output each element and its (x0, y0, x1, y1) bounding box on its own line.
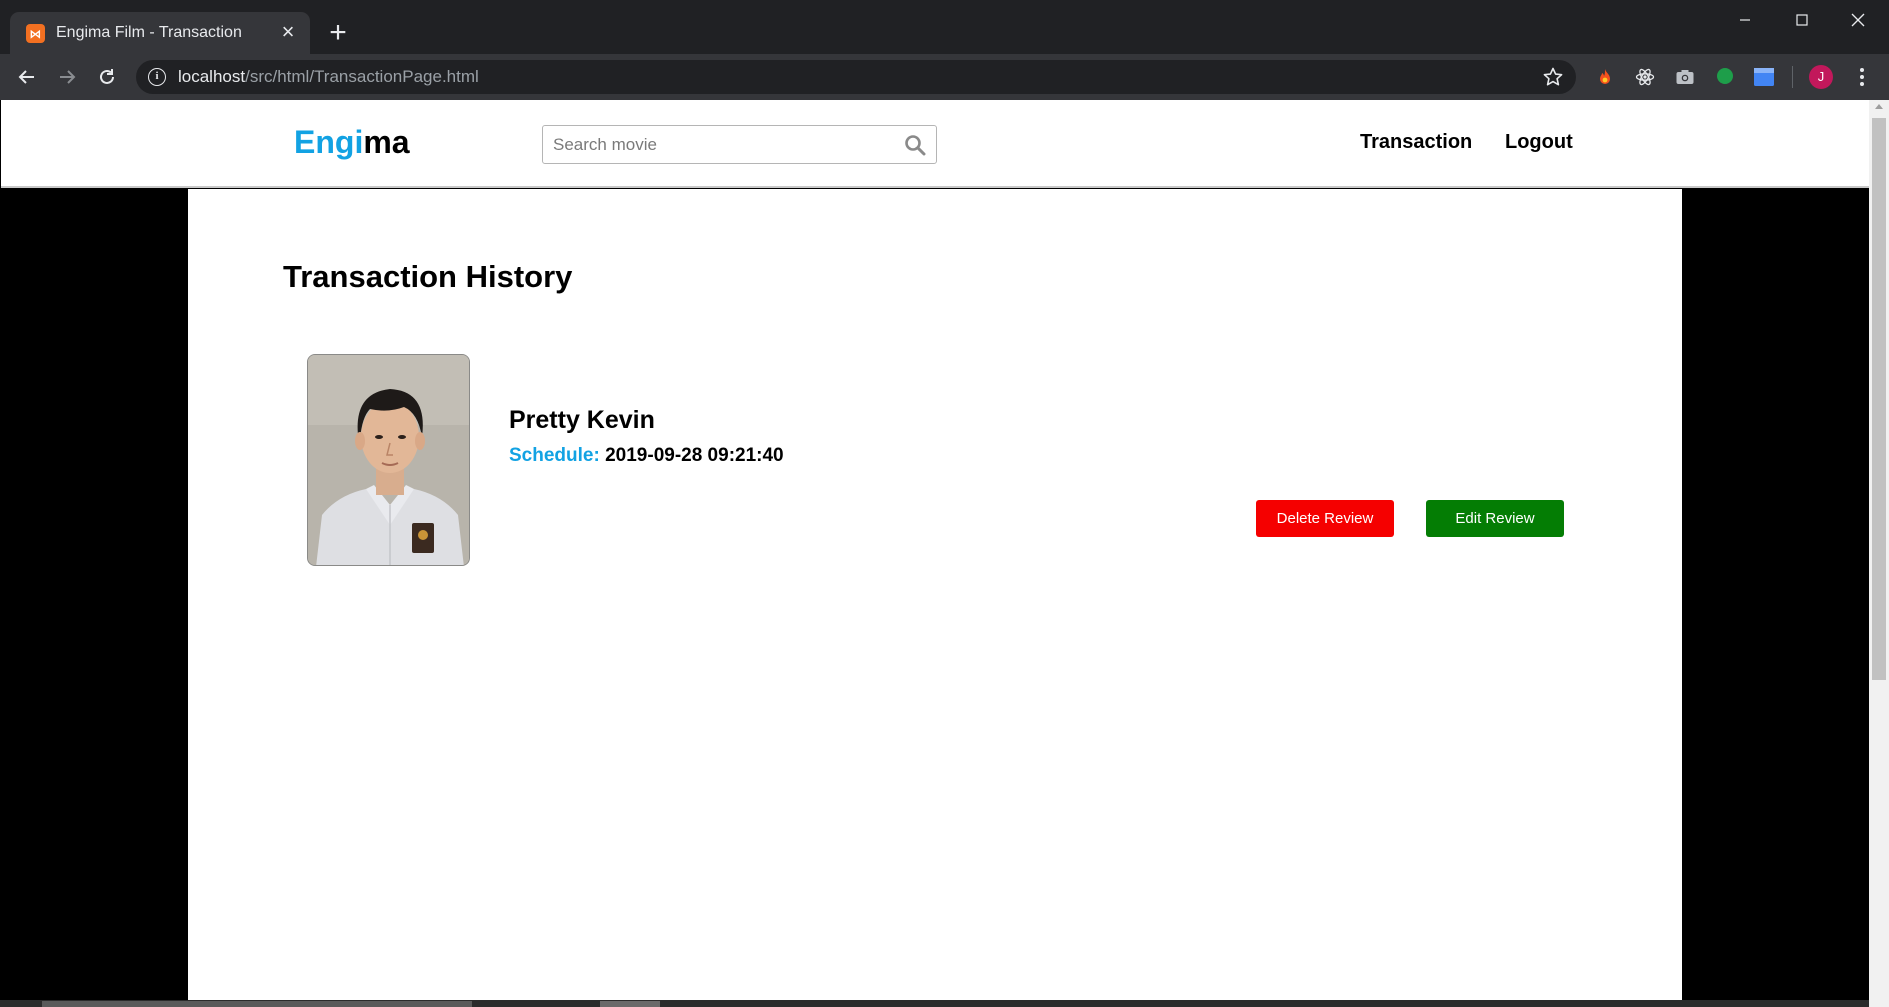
page-viewport: Engima Transaction Logout Transaction Hi… (1, 100, 1869, 1000)
bookmark-star-icon[interactable] (1542, 66, 1564, 88)
address-bar[interactable]: i localhost/src/html/TransactionPage.htm… (136, 60, 1576, 94)
logo-part-black: ma (363, 124, 410, 160)
horizontal-scrollbar-segment (600, 1001, 660, 1007)
site-logo[interactable]: Engima (294, 124, 410, 161)
xampp-favicon-icon: ⋈ (26, 24, 45, 43)
horizontal-scrollbar[interactable] (0, 1000, 1869, 1007)
movie-title[interactable]: Pretty Kevin (509, 406, 655, 435)
url-text[interactable]: localhost/src/html/TransactionPage.html (178, 67, 479, 87)
page-title: Transaction History (283, 259, 573, 294)
window-close-button[interactable] (1838, 6, 1878, 34)
react-extension-icon[interactable] (1634, 66, 1656, 88)
site-navbar: Engima Transaction Logout (1, 100, 1869, 188)
url-path: /src/html/TransactionPage.html (245, 67, 479, 86)
new-tab-button[interactable]: + (322, 18, 354, 50)
nav-link-logout[interactable]: Logout (1505, 131, 1573, 154)
url-host: localhost (178, 67, 246, 86)
toolbar-separator (1792, 66, 1793, 88)
forward-arrow-icon[interactable] (52, 62, 82, 92)
profile-avatar[interactable]: J (1809, 65, 1833, 89)
transaction-item: Pretty Kevin Schedule: 2019-09-28 09:21:… (307, 354, 1597, 569)
tab-close-icon[interactable]: × (276, 20, 300, 44)
site-info-icon[interactable]: i (148, 68, 166, 86)
vertical-scrollbar[interactable] (1869, 100, 1889, 1007)
vertical-scrollbar-thumb[interactable] (1872, 118, 1886, 680)
search-box (542, 125, 937, 164)
back-arrow-icon[interactable] (12, 62, 42, 92)
window-extension-icon[interactable] (1753, 66, 1775, 88)
horizontal-scrollbar-thumb[interactable] (42, 1001, 472, 1007)
movie-poster-image (307, 354, 470, 566)
logo-part-blue: Engi (294, 124, 364, 160)
browser-tab-active[interactable]: ⋈ Engima Film - Transaction × (10, 12, 310, 54)
browser-toolbar: i localhost/src/html/TransactionPage.htm… (0, 54, 1889, 100)
tab-title: Engima Film - Transaction (56, 24, 242, 41)
edit-review-button[interactable]: Edit Review (1426, 500, 1564, 537)
schedule-value: 2019-09-28 09:21:40 (605, 445, 784, 466)
browser-tabstrip: ⋈ Engima Film - Transaction × + (0, 0, 1889, 54)
window-maximize-button[interactable] (1782, 6, 1822, 34)
search-input[interactable] (543, 126, 893, 163)
browser-menu-icon[interactable] (1850, 64, 1874, 90)
fire-extension-icon[interactable] (1594, 66, 1616, 88)
schedule-info: Schedule: 2019-09-28 09:21:40 (509, 445, 784, 467)
scroll-up-arrow-icon[interactable] (1875, 104, 1883, 109)
reload-icon[interactable] (92, 62, 122, 92)
camera-extension-icon[interactable] (1674, 66, 1696, 88)
delete-review-button[interactable]: Delete Review (1256, 500, 1394, 537)
window-minimize-button[interactable] (1725, 6, 1765, 34)
schedule-label: Schedule: (509, 445, 600, 466)
green-circle-extension-icon[interactable] (1714, 66, 1736, 88)
nav-link-transaction[interactable]: Transaction (1360, 131, 1472, 154)
search-icon[interactable] (904, 134, 926, 156)
main-content: Transaction History Pretty Kevin Schedul… (188, 189, 1682, 1000)
